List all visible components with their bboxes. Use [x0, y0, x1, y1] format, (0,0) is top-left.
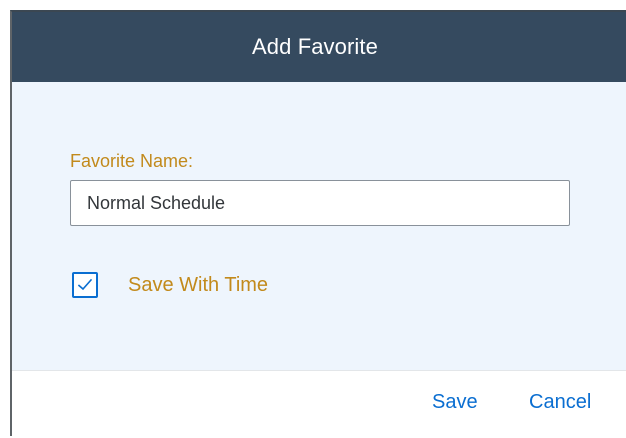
favorite-name-input[interactable] — [70, 180, 570, 226]
favorite-name-label: Favorite Name: — [70, 151, 194, 171]
save-with-time-checkbox[interactable] — [72, 272, 98, 298]
save-with-time-label: Save With Time — [128, 273, 269, 296]
checkmark-icon — [77, 278, 93, 291]
save-button[interactable]: Save — [432, 391, 478, 414]
dialog-title: Add Favorite — [252, 34, 378, 59]
dialog-footer: Save Cancel — [12, 370, 626, 436]
dialog-content: Favorite Name: Save With Time — [12, 82, 626, 370]
cancel-button[interactable]: Cancel — [529, 391, 591, 414]
dialog-header: Add Favorite — [12, 12, 626, 82]
add-favorite-dialog: Add Favorite Favorite Name: Save With Ti… — [10, 10, 626, 436]
save-with-time-option[interactable]: Save With Time — [72, 270, 268, 300]
